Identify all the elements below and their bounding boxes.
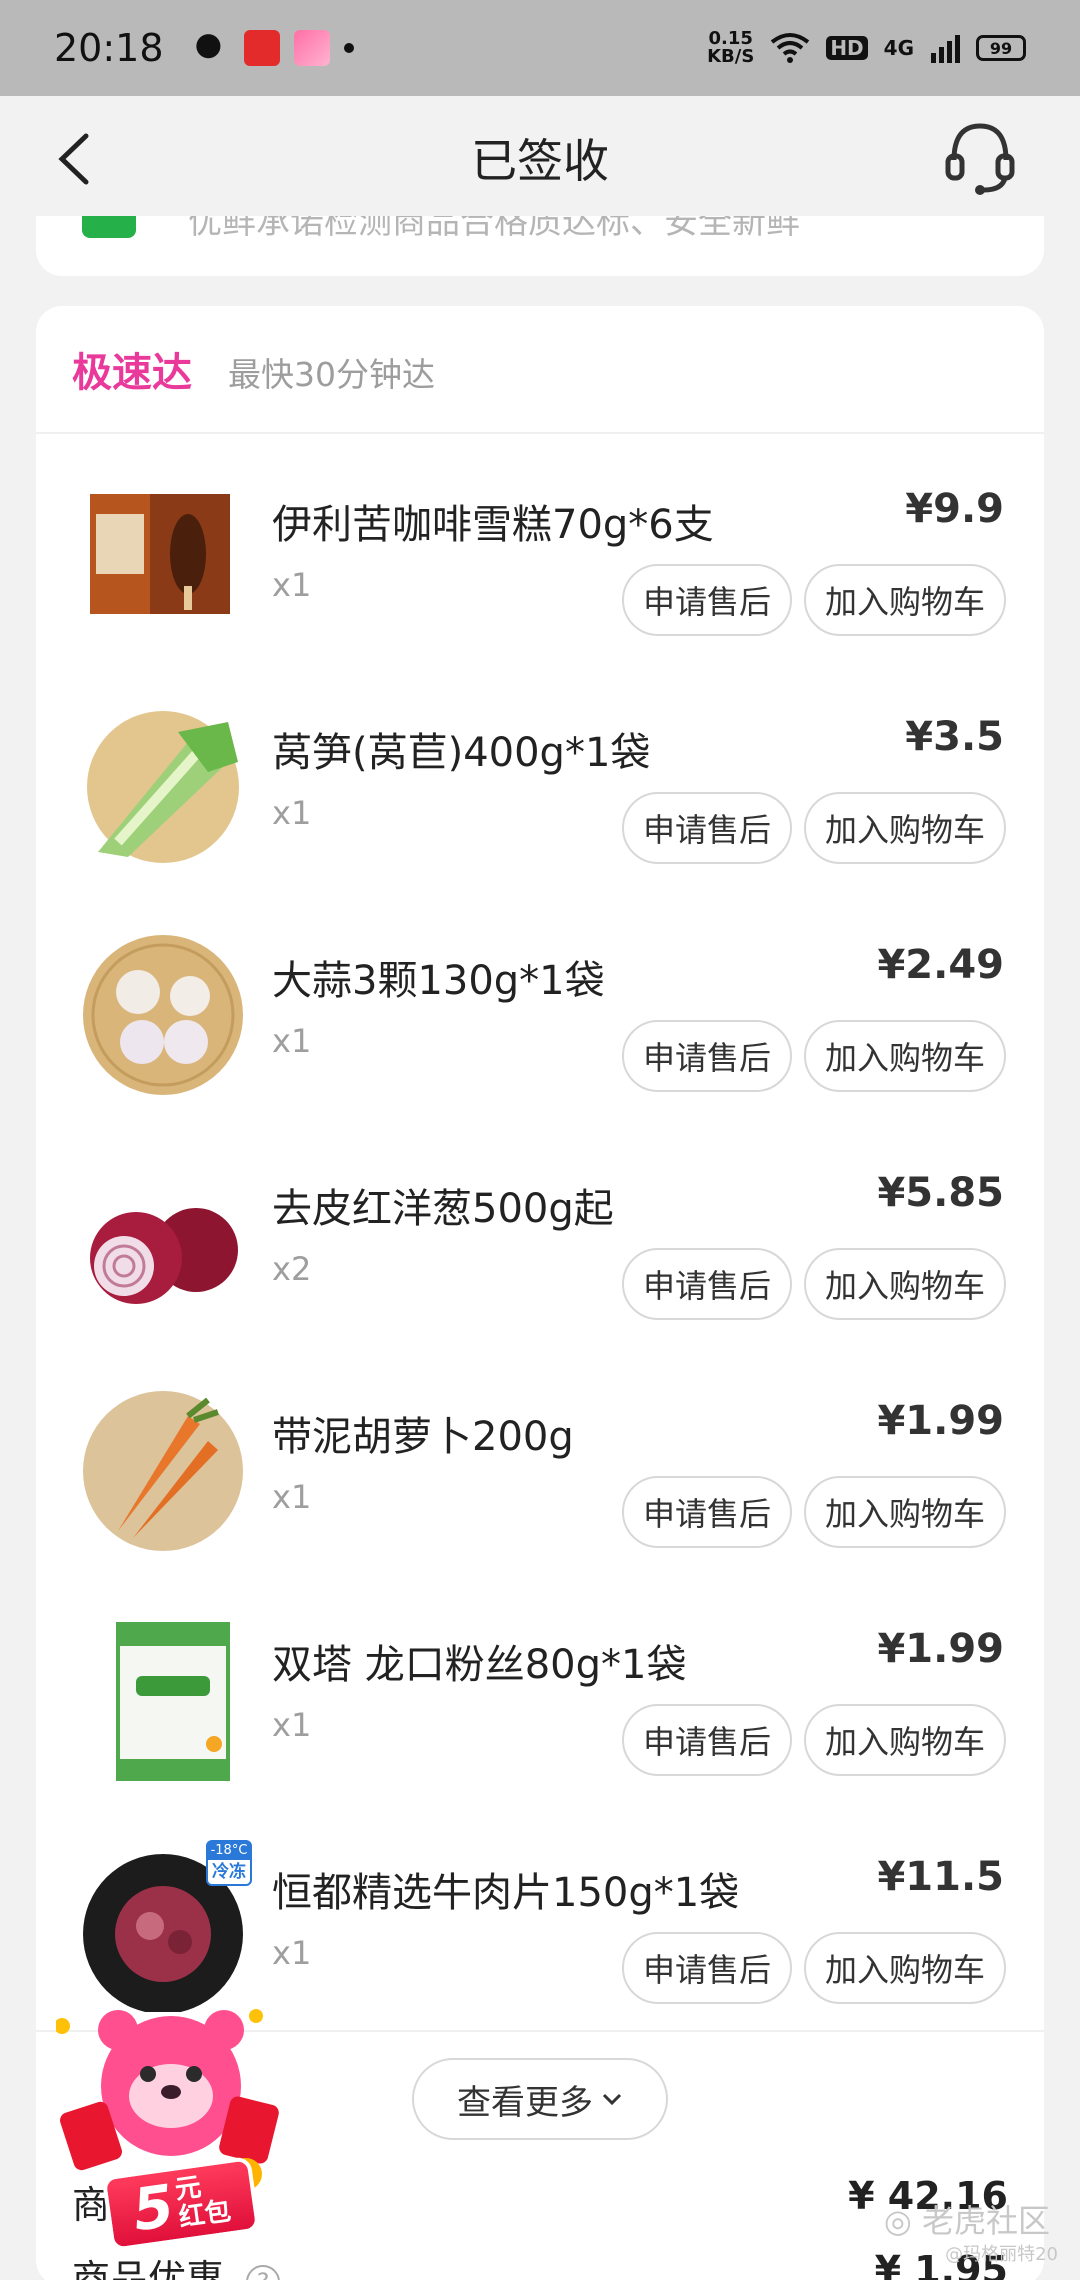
add-to-cart-button[interactable]: 加入购物车 [804, 1020, 1006, 1092]
add-to-cart-button[interactable]: 加入购物车 [804, 792, 1006, 864]
ice-cream-box-icon [90, 494, 230, 614]
order-item[interactable]: 带泥胡萝卜200g x1 ¥1.99 申请售后 加入购物车 [36, 1374, 1044, 1574]
status-right: 0.15 KB/S HD 4G 99 [707, 30, 1026, 66]
top-nav: 已签收 [0, 96, 1080, 220]
item-name: 恒都精选牛肉片150g*1袋 [272, 1870, 740, 1916]
after-sale-button[interactable]: 申请售后 [622, 564, 792, 636]
hd-icon: HD [826, 36, 868, 60]
item-price: ¥5.85 [877, 1170, 1004, 1216]
network-type: 4G [883, 36, 914, 60]
add-to-cart-button[interactable]: 加入购物车 [804, 1476, 1006, 1548]
add-to-cart-button[interactable]: 加入购物车 [804, 1704, 1006, 1776]
net-speed: 0.15 KB/S [707, 28, 755, 67]
after-sale-button[interactable]: 申请售后 [622, 792, 792, 864]
chevron-down-icon [602, 2093, 622, 2106]
item-qty: x2 [272, 1250, 312, 1288]
order-items-card: 极速达 最快30分钟达 伊利苦咖啡雪糕70g*6支 x1 ¥9.9 申请售后 加… [36, 306, 1044, 2280]
app-notification-icon-2 [293, 30, 330, 66]
order-item[interactable]: 双塔 龙口粉丝80g*1袋 x1 ¥1.99 申请售后 加入购物车 [36, 1602, 1044, 1802]
item-price: ¥1.99 [877, 1398, 1004, 1444]
signal-icon [931, 35, 960, 63]
after-sale-button[interactable]: 申请售后 [622, 1932, 792, 2004]
item-name: 带泥胡萝卜200g [272, 1414, 574, 1460]
brand-watermark: ◎ 老虎社区 [883, 2202, 1050, 2240]
delivery-type-subtitle: 最快30分钟达 [228, 355, 435, 394]
item-price: ¥2.49 [877, 942, 1004, 988]
order-item[interactable]: 莴笋(莴苣)400g*1袋 x1 ¥3.5 申请售后 加入购物车 [36, 690, 1044, 890]
quality-badge-icon [82, 216, 136, 238]
item-qty: x1 [272, 566, 312, 604]
lettuce-icon [87, 711, 239, 863]
wechat-icon [193, 30, 230, 66]
item-price: ¥3.5 [905, 714, 1004, 760]
vermicelli-bag-icon [116, 1622, 230, 1781]
customer-service-icon[interactable] [940, 118, 1020, 198]
order-item[interactable]: 伊利苦咖啡雪糕70g*6支 x1 ¥9.9 申请售后 加入购物车 [36, 462, 1044, 662]
item-name: 大蒜3颗130g*1袋 [272, 958, 605, 1004]
user-watermark: @玛格丽特20 [945, 2244, 1058, 2265]
discount-row: 商品优惠 ? ¥ 1.95 [72, 2248, 1008, 2280]
more-notifications-dot [343, 43, 354, 53]
see-more-button[interactable]: 查看更多 [412, 2058, 668, 2140]
page-title: 已签收 [471, 134, 609, 188]
tiger-logo-icon: ◎ [883, 2202, 922, 2240]
red-packet-promo[interactable]: 5 元 红包 [56, 1996, 286, 2253]
status-bar: 20:18 0.15 KB/S HD 4G 99 [0, 0, 1080, 96]
back-arrow-icon[interactable] [50, 132, 100, 186]
app-notification-icon [243, 30, 280, 66]
battery-icon: 99 [976, 35, 1026, 61]
delivery-section-header: 极速达 最快30分钟达 [72, 340, 435, 398]
carrot-icon [83, 1391, 243, 1551]
after-sale-button[interactable]: 申请售后 [622, 1476, 792, 1548]
status-time: 20:18 [54, 26, 164, 70]
notification-icons [193, 30, 354, 66]
item-price: ¥11.5 [877, 1854, 1004, 1900]
frozen-badge: -18°C 冷冻 [206, 1840, 252, 1886]
after-sale-button[interactable]: 申请售后 [622, 1248, 792, 1320]
red-onion-icon [90, 1208, 238, 1304]
delivery-type-title: 极速达 [72, 350, 192, 396]
item-qty: x1 [272, 1022, 312, 1060]
add-to-cart-button[interactable]: 加入购物车 [804, 564, 1006, 636]
item-qty: x1 [272, 1706, 312, 1744]
item-qty: x1 [272, 1934, 312, 1972]
order-item[interactable]: 去皮红洋葱500g起 x2 ¥5.85 申请售后 加入购物车 [36, 1146, 1044, 1346]
quality-notice-text: 优鲜承诺检测商品合格质达标、安全新鲜 [188, 216, 800, 242]
help-icon[interactable]: ? [246, 2264, 281, 2280]
item-name: 双塔 龙口粉丝80g*1袋 [272, 1642, 687, 1688]
item-qty: x1 [272, 794, 312, 832]
item-price: ¥1.99 [877, 1626, 1004, 1672]
order-item[interactable]: 大蒜3颗130g*1袋 x1 ¥2.49 申请售后 加入购物车 [36, 918, 1044, 1118]
wifi-icon [771, 33, 810, 63]
item-name: 莴笋(莴苣)400g*1袋 [272, 730, 651, 776]
item-qty: x1 [272, 1478, 312, 1516]
item-price: ¥9.9 [905, 486, 1004, 532]
item-name: 去皮红洋葱500g起 [272, 1186, 614, 1232]
add-to-cart-button[interactable]: 加入购物车 [804, 1932, 1006, 2004]
after-sale-button[interactable]: 申请售后 [622, 1020, 792, 1092]
item-name: 伊利苦咖啡雪糕70g*6支 [272, 502, 714, 548]
section-divider [36, 432, 1044, 434]
quality-notice-card: 优鲜承诺检测商品合格质达标、安全新鲜 [36, 216, 1044, 276]
add-to-cart-button[interactable]: 加入购物车 [804, 1248, 1006, 1320]
discount-label: 商品优惠 [72, 2257, 225, 2280]
garlic-icon [83, 935, 243, 1095]
after-sale-button[interactable]: 申请售后 [622, 1704, 792, 1776]
